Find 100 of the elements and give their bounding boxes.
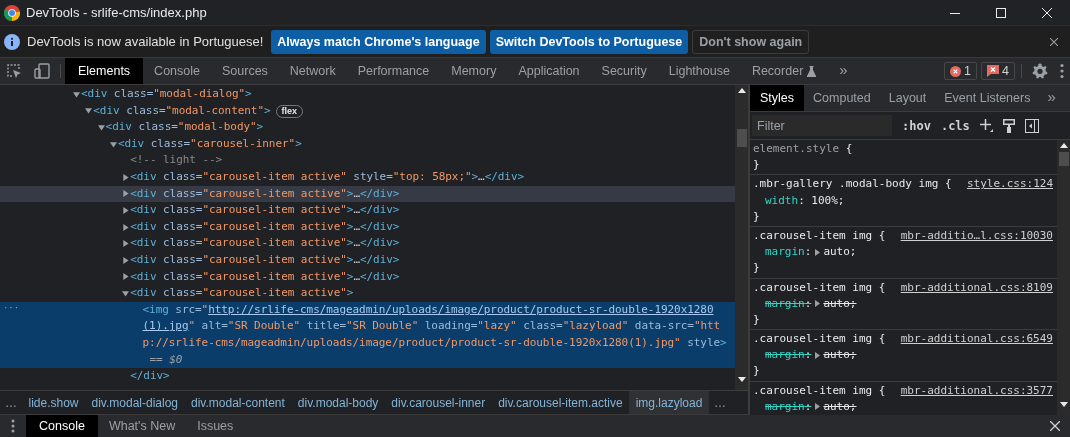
disclosure-triangle-icon[interactable] (73, 90, 80, 98)
panel-tab[interactable]: Recorder (740, 58, 828, 84)
drawer-tab[interactable]: What's New (97, 415, 187, 437)
source-link[interactable]: mbr-additional.css:3577 (900, 382, 1053, 399)
error-count-badge[interactable]: 1 (944, 62, 978, 80)
dom-node[interactable]: <div class="carousel-item active">…</div> (0, 251, 735, 269)
close-icon (1050, 37, 1058, 46)
css-property[interactable]: margin: (765, 347, 812, 364)
dom-node[interactable]: <div class="carousel-item active"> (0, 285, 735, 302)
flask-icon (807, 65, 817, 77)
language-button[interactable]: Always match Chrome's language (271, 29, 486, 54)
breadcrumb[interactable]: div.carousel-item.active (491, 391, 630, 414)
scroll-left-button[interactable]: … (0, 391, 22, 414)
class-toggle[interactable]: .cls (940, 118, 970, 133)
more-tabs-button[interactable]: » (1039, 85, 1064, 111)
filter-field[interactable]: Filter (752, 115, 892, 136)
css-property[interactable]: width: (765, 192, 805, 209)
panel-tab[interactable]: Performance (346, 58, 441, 84)
panel-tab[interactable]: Security (590, 58, 658, 84)
breadcrumb[interactable]: div.carousel-inner (384, 391, 492, 414)
dom-node[interactable]: <div class="carousel-item active">…</div> (0, 185, 735, 203)
scroll-down-icon[interactable] (737, 377, 746, 382)
panel-tab[interactable]: Network (278, 58, 347, 84)
css-value[interactable]: 100%; (804, 192, 845, 209)
dom-node[interactable]: <div class="carousel-inner"> (0, 135, 735, 153)
dom-node[interactable]: <div class="carousel-item active" style="top: 58px;">…</div> (0, 168, 735, 186)
closing-tag[interactable]: </div> (0, 368, 735, 385)
drawer-tab[interactable]: Console (26, 415, 98, 437)
dom-node[interactable]: <div class="carousel-item active">…</div> (0, 218, 735, 236)
sidebar-tab[interactable]: Event Listeners (935, 85, 1040, 111)
css-value[interactable]: auto; (823, 295, 857, 312)
disclosure-triangle-icon[interactable] (85, 107, 93, 115)
source-link[interactable]: mbr-additio…l.css:10030 (900, 227, 1053, 245)
scroll-up-icon[interactable] (1059, 143, 1068, 148)
disclosure-triangle-icon[interactable] (97, 124, 105, 131)
source-link[interactable]: mbr-additional.css:6549 (900, 331, 1053, 348)
scroll-down-icon[interactable] (1059, 402, 1068, 407)
color-format-button[interactable] (1002, 118, 1015, 133)
dom-node[interactable]: <div class="modal-content"> flex (0, 102, 735, 120)
error-icon (950, 65, 962, 77)
kebab-menu-icon (1060, 63, 1064, 79)
closing-brace: } (753, 158, 760, 172)
scrollbar-thumb[interactable] (736, 129, 747, 147)
language-button[interactable]: Switch DevTools to Portuguese (489, 29, 689, 54)
css-property[interactable]: margin: (765, 295, 812, 312)
source-link[interactable]: mbr-additional.css:8109 (900, 279, 1053, 296)
dom-node[interactable]: ··· <img src="http://srlife-cms/mageadmin/uploads/image/product/product-sr-double-1920x1280(1).jpg" alt="SR Double" title="SR Double" loading="lazy" class="lazyload" data-src="http://srlife-cms/mageadmin/uploads/image/product/product-sr-double-1920x1280(1).jpg" style> == $0 (0, 301, 735, 369)
dom-node[interactable]: <div class="modal-body"> (0, 119, 735, 136)
expand-triangle-icon[interactable] (815, 351, 821, 359)
expand-triangle-icon[interactable] (815, 300, 821, 308)
scroll-up-icon[interactable] (737, 88, 746, 93)
panel-tab[interactable]: Application (507, 58, 591, 84)
info-icon (4, 33, 20, 50)
hover-state-toggle[interactable]: :hov (902, 118, 931, 133)
drawer-tab[interactable]: Issues (186, 415, 245, 437)
dom-node[interactable]: <div class="carousel-item active">…</div> (0, 202, 735, 219)
panel-tab[interactable]: Sources (211, 58, 279, 84)
maximize-icon (996, 7, 1006, 18)
closing-brace: } (753, 312, 760, 326)
css-property[interactable]: margin: (765, 398, 812, 415)
disclosure-triangle-icon[interactable] (122, 173, 130, 181)
scrollbar[interactable] (735, 85, 748, 390)
css-property[interactable]: margin: (765, 244, 812, 261)
new-rule-button[interactable] (979, 119, 993, 132)
scrollbar[interactable] (1057, 140, 1070, 415)
issues-count-badge[interactable]: 4 (981, 62, 1015, 80)
css-value[interactable]: auto; (823, 398, 857, 415)
panel-tab[interactable]: Elements (65, 58, 144, 84)
css-value[interactable]: auto; (823, 244, 857, 261)
source-link[interactable]: style.css:124 (966, 176, 1053, 193)
panel-tab[interactable]: Memory (440, 58, 508, 84)
css-value[interactable]: auto; (823, 347, 857, 364)
more-tabs-button[interactable]: » (827, 58, 860, 84)
more-actions-icon[interactable]: ··· (3, 301, 20, 314)
sidebar-tab[interactable]: Computed (804, 85, 880, 111)
sidebar-tab[interactable]: Layout (879, 85, 936, 111)
dom-node[interactable]: <div class="carousel-item active">…</div> (0, 268, 735, 286)
expand-triangle-icon[interactable] (815, 403, 821, 411)
close-icon (1042, 7, 1052, 18)
expand-triangle-icon[interactable] (815, 248, 821, 256)
dom-node[interactable]: <div class="carousel-item active">…</div> (0, 235, 735, 252)
html-comment[interactable]: <!-- light --> (0, 152, 735, 169)
css-selector: .mbr-gallery .modal-body img { (753, 176, 952, 193)
dismiss-button[interactable]: Don't show again (692, 29, 810, 54)
panel-tab[interactable]: Lighthouse (657, 58, 741, 84)
breadcrumb[interactable]: div.modal-content (184, 391, 292, 414)
breadcrumb[interactable]: img.lazyload (629, 391, 709, 414)
scroll-right-button[interactable]: … (708, 391, 731, 414)
dom-node[interactable]: <div class="modal-dialog"> (0, 86, 735, 103)
disclosure-triangle-icon[interactable] (122, 223, 130, 231)
scrollbar-thumb[interactable] (1058, 152, 1069, 166)
browser-logo-icon (4, 4, 20, 21)
sidebar-tab[interactable]: Styles (750, 85, 805, 111)
breadcrumb[interactable]: div.modal-dialog (85, 391, 185, 414)
disclosure-triangle-icon[interactable] (109, 140, 117, 148)
breadcrumb[interactable]: lide.show (22, 391, 86, 414)
panel-tab[interactable]: Console (143, 58, 211, 84)
breadcrumb[interactable]: div.modal-body (291, 391, 385, 414)
sidebar-toggle-button[interactable] (1024, 118, 1039, 133)
paint-roller-icon (1002, 118, 1015, 133)
